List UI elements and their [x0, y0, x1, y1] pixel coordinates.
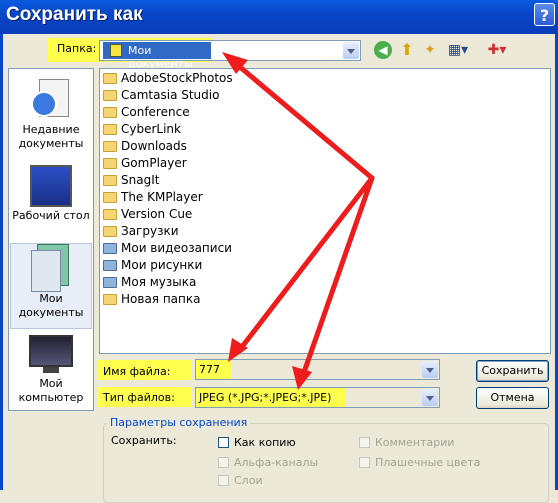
checkbox-box[interactable] — [218, 437, 229, 448]
folder-icon — [103, 124, 117, 135]
place-label: Мой компьютер — [18, 377, 84, 404]
window-title: Сохранить как — [6, 4, 143, 25]
filename-input[interactable]: 777 — [195, 359, 440, 380]
video-folder-icon — [103, 243, 117, 254]
layers-label: Слои — [234, 474, 263, 487]
file-name: The KMPlayer — [121, 190, 203, 204]
file-name: GomPlayer — [121, 156, 187, 170]
help-button[interactable]: ? — [534, 3, 555, 26]
filename-label: Имя файла: — [103, 365, 171, 378]
filetype-value: JPEG (*.JPG;*.JPEG;*.JPE) — [199, 391, 332, 404]
folder-select[interactable]: Мои документы — [99, 40, 361, 70]
folder-icon — [103, 158, 117, 169]
filename-value: 777 — [199, 363, 220, 376]
file-name: Загрузки — [121, 224, 179, 238]
back-icon[interactable]: ◀ — [374, 41, 392, 59]
save-options-label: Сохранить: — [111, 434, 177, 447]
as-copy-label: Как копию — [234, 436, 296, 449]
file-name: CyberLink — [121, 122, 181, 136]
folder-icon — [103, 226, 117, 237]
music-folder-icon — [103, 277, 117, 288]
folder-icon — [103, 209, 117, 220]
checkbox-box[interactable] — [218, 475, 229, 486]
file-name: Downloads — [121, 139, 187, 153]
folder-selected-value: Мои документы — [103, 42, 211, 70]
views-menu-icon[interactable]: ▦▾ — [445, 41, 471, 59]
place-label: Недавние документы — [18, 123, 84, 150]
file-list[interactable]: AdobeStockPhotos Camtasia Studio Confere… — [99, 68, 551, 354]
save-options-title: Параметры сохранения — [107, 416, 251, 429]
window-frame-left — [0, 34, 3, 490]
folder-icon — [103, 141, 117, 152]
folder-icon — [103, 175, 117, 186]
filetype-label: Тип файлов: — [103, 391, 175, 404]
chevron-down-icon[interactable] — [422, 361, 438, 378]
file-name: Мои рисунки — [121, 258, 203, 272]
filetype-select[interactable]: JPEG (*.JPG;*.JPEG;*.JPE) — [195, 387, 440, 408]
folder-value: Мои документы — [128, 44, 193, 70]
place-recent-documents[interactable]: Недавние документы — [9, 77, 93, 151]
pictures-folder-icon — [103, 260, 117, 271]
places-bar: Недавние документы Рабочий стол Мои доку… — [8, 68, 94, 411]
new-folder-icon[interactable]: ✦ — [421, 41, 439, 59]
place-label: Рабочий стол — [12, 209, 90, 222]
place-desktop[interactable]: Рабочий стол — [9, 165, 93, 223]
file-name: AdobeStockPhotos — [121, 71, 233, 85]
folder-icon — [103, 192, 117, 203]
chevron-down-icon[interactable] — [343, 42, 359, 59]
folder-up-icon[interactable]: ⬆ — [398, 41, 416, 59]
tools-menu-icon[interactable]: ✚▾ — [484, 41, 510, 59]
checkbox-box[interactable] — [218, 457, 229, 468]
file-name: Новая папка — [121, 292, 201, 306]
my-documents-icon — [110, 44, 122, 57]
checkbox-box[interactable] — [359, 437, 370, 448]
file-name: Моя музыка — [121, 275, 197, 289]
chevron-down-icon[interactable] — [422, 389, 438, 406]
folder-icon — [103, 90, 117, 101]
desktop-icon — [30, 165, 72, 207]
file-name: Camtasia Studio — [121, 88, 220, 102]
my-computer-icon — [29, 335, 73, 375]
place-my-computer[interactable]: Мой компьютер — [9, 335, 93, 405]
place-my-documents[interactable]: Мои документы — [10, 243, 92, 329]
spot-colors-label: Плашечные цвета — [375, 456, 481, 469]
place-label: Мои документы — [18, 292, 84, 319]
folder-icon — [103, 294, 117, 305]
title-bar: Сохранить как ? — [0, 0, 558, 34]
file-name: Conference — [121, 105, 190, 119]
save-button[interactable]: Сохранить — [476, 360, 549, 382]
file-name: Мои видеозаписи — [121, 241, 232, 255]
my-documents-icon — [31, 244, 71, 292]
folder-label: Папка: — [57, 42, 97, 55]
folder-icon — [103, 73, 117, 84]
alpha-channels-label: Альфа-каналы — [234, 456, 319, 469]
comments-label: Комментарии — [375, 436, 455, 449]
recent-documents-icon — [29, 77, 73, 121]
checkbox-box[interactable] — [359, 457, 370, 468]
folder-icon — [103, 107, 117, 118]
cancel-button[interactable]: Отмена — [476, 387, 549, 409]
file-name: Version Cue — [121, 207, 193, 221]
file-name: SnagIt — [121, 173, 160, 187]
